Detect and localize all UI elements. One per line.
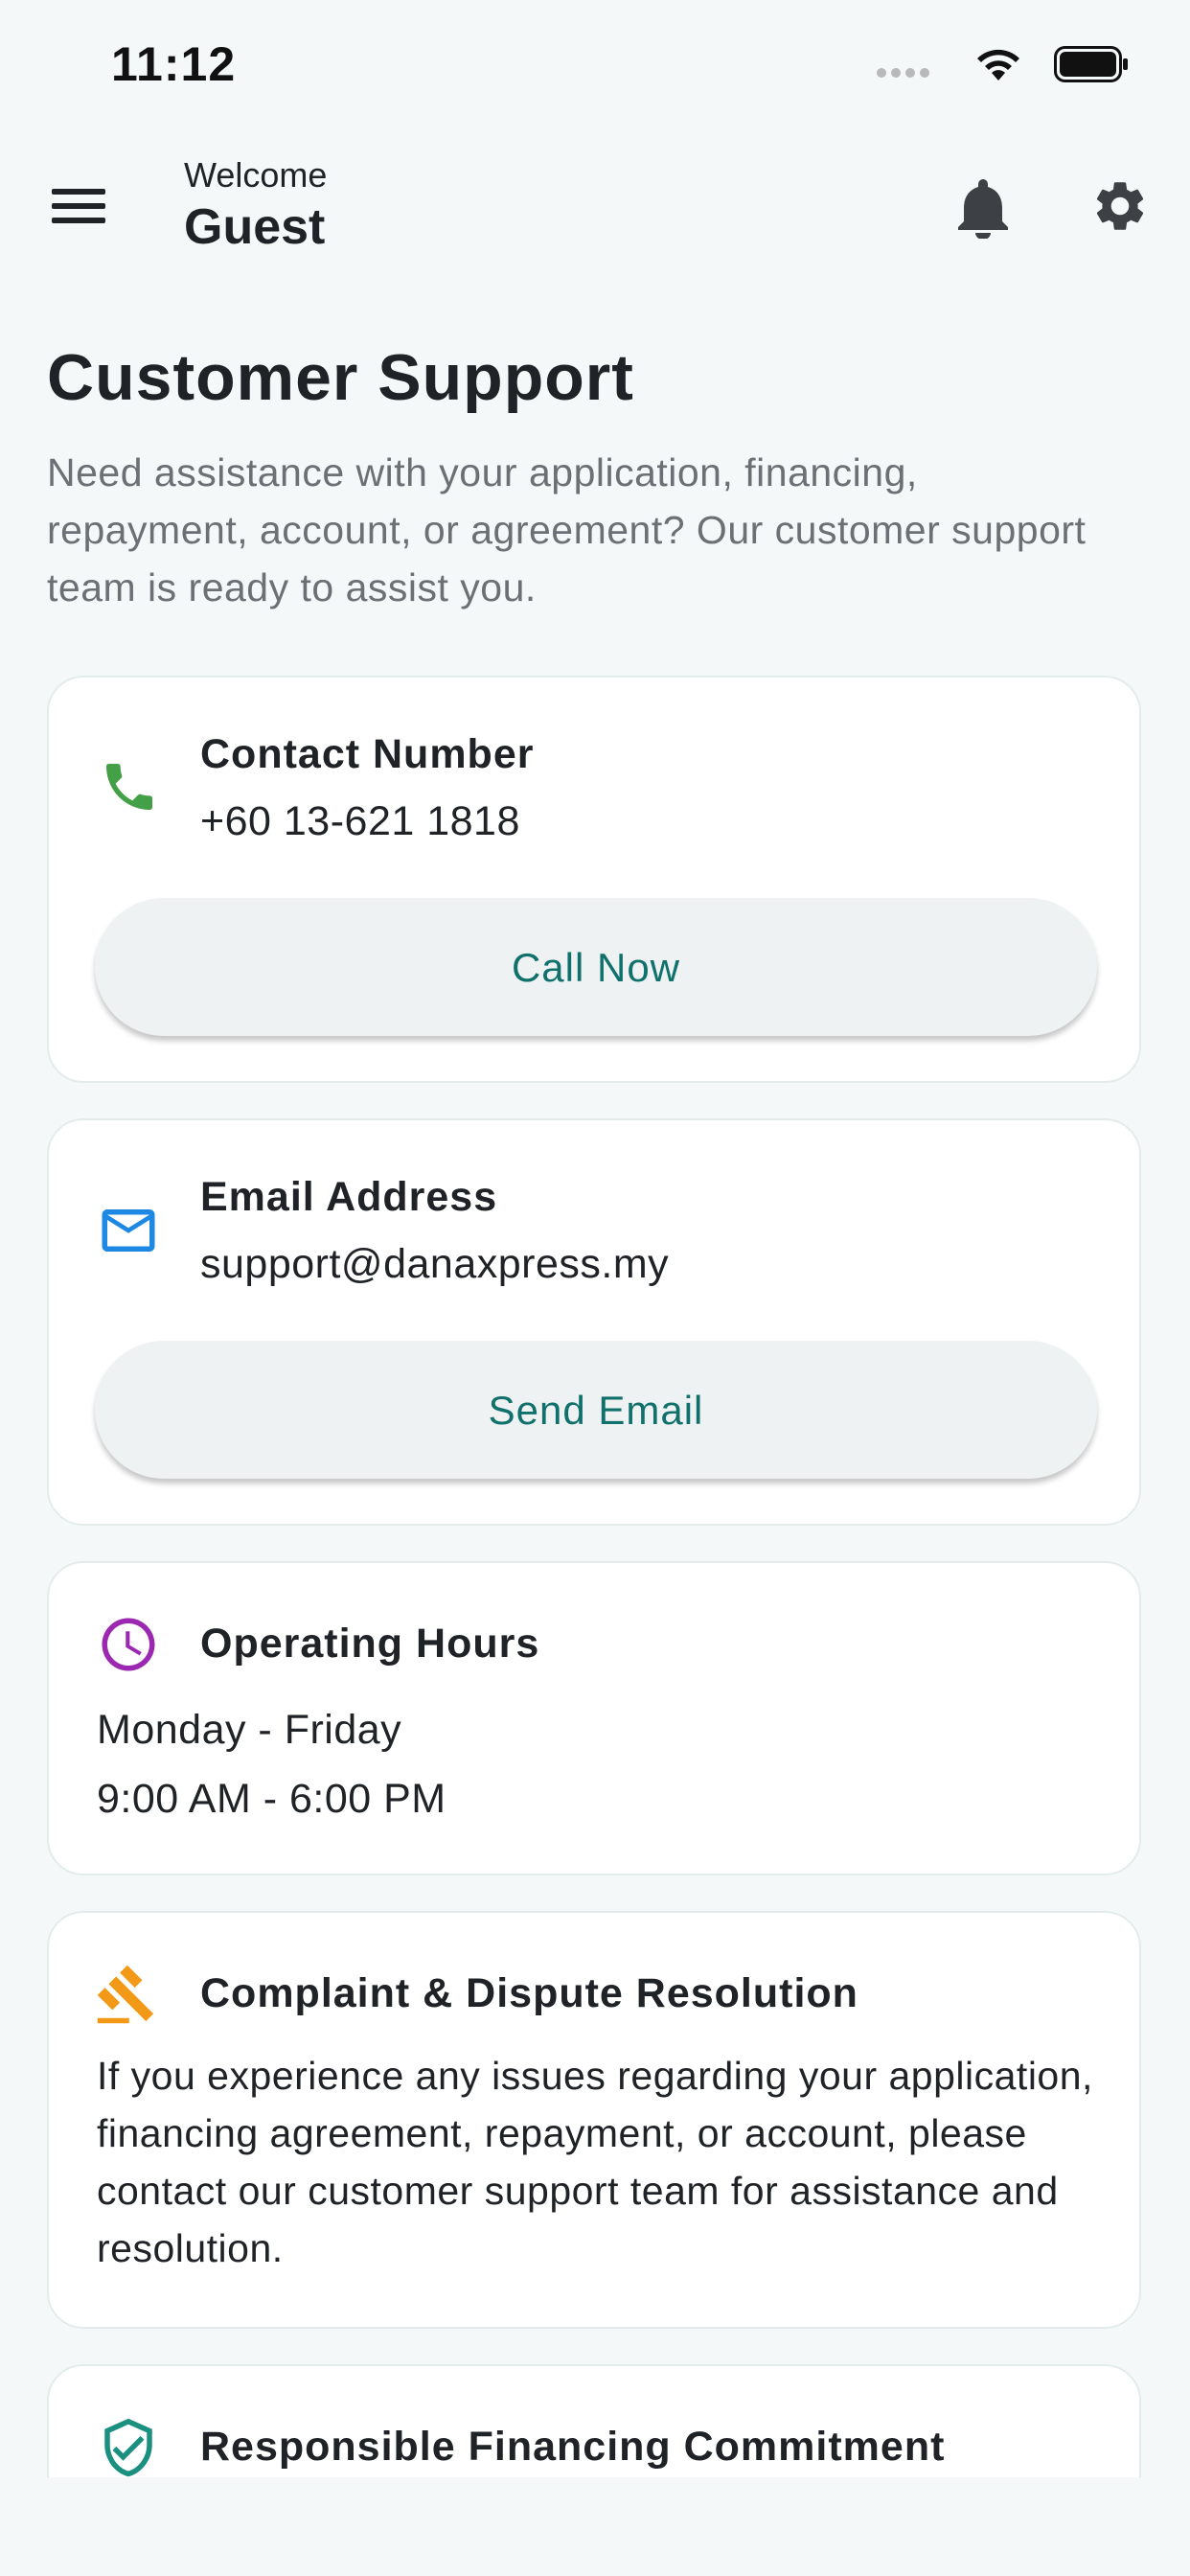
- clock-icon: [102, 1618, 155, 1671]
- contact-card: Contact Number +60 13-621 1818 Call Now: [47, 676, 1141, 1083]
- status-time: 11:12: [111, 37, 237, 91]
- user-name: Guest: [184, 199, 326, 255]
- signal-dots-icon: [877, 68, 929, 78]
- contact-number: +60 13-621 1818: [200, 798, 520, 844]
- shield-check-icon: [104, 2418, 152, 2477]
- email-title: Email Address: [200, 1174, 498, 1220]
- gear-icon[interactable]: [1090, 176, 1150, 236]
- page-description: Need assistance with your application, f…: [47, 450, 1087, 610]
- operating-hours-title: Operating Hours: [200, 1621, 540, 1667]
- bottom-area: [0, 2477, 1190, 2576]
- send-email-button[interactable]: Send Email: [95, 1341, 1097, 1479]
- contact-title: Contact Number: [200, 731, 535, 777]
- app-header: Welcome Guest: [0, 144, 1190, 273]
- status-bar: 11:12: [0, 0, 1190, 129]
- complaint-text: If you experience any issues regarding y…: [97, 2054, 1093, 2270]
- bell-icon[interactable]: [954, 175, 1012, 239]
- complaint-title: Complaint & Dispute Resolution: [200, 1970, 858, 2016]
- complaint-card: Complaint & Dispute Resolution If you ex…: [47, 1911, 1141, 2329]
- battery-icon: [1054, 46, 1128, 82]
- responsible-financing-title: Responsible Financing Commitment: [200, 2424, 946, 2470]
- gavel-icon: [97, 1965, 154, 2024]
- email-address: support@danaxpress.my: [200, 1241, 670, 1287]
- mail-icon: [102, 1209, 155, 1252]
- operating-time: 9:00 AM - 6:00 PM: [97, 1776, 446, 1822]
- status-icons: [877, 42, 1129, 88]
- menu-icon[interactable]: [48, 177, 113, 235]
- operating-hours-card: Operating Hours Monday - Friday 9:00 AM …: [47, 1561, 1141, 1875]
- operating-days: Monday - Friday: [97, 1707, 402, 1753]
- welcome-label: Welcome: [184, 155, 328, 195]
- phone-icon: [106, 764, 152, 810]
- call-now-button[interactable]: Call Now: [95, 898, 1097, 1036]
- page-title: Customer Support: [47, 341, 634, 414]
- email-card: Email Address support@danaxpress.my Send…: [47, 1118, 1141, 1526]
- wifi-icon: [977, 49, 1019, 80]
